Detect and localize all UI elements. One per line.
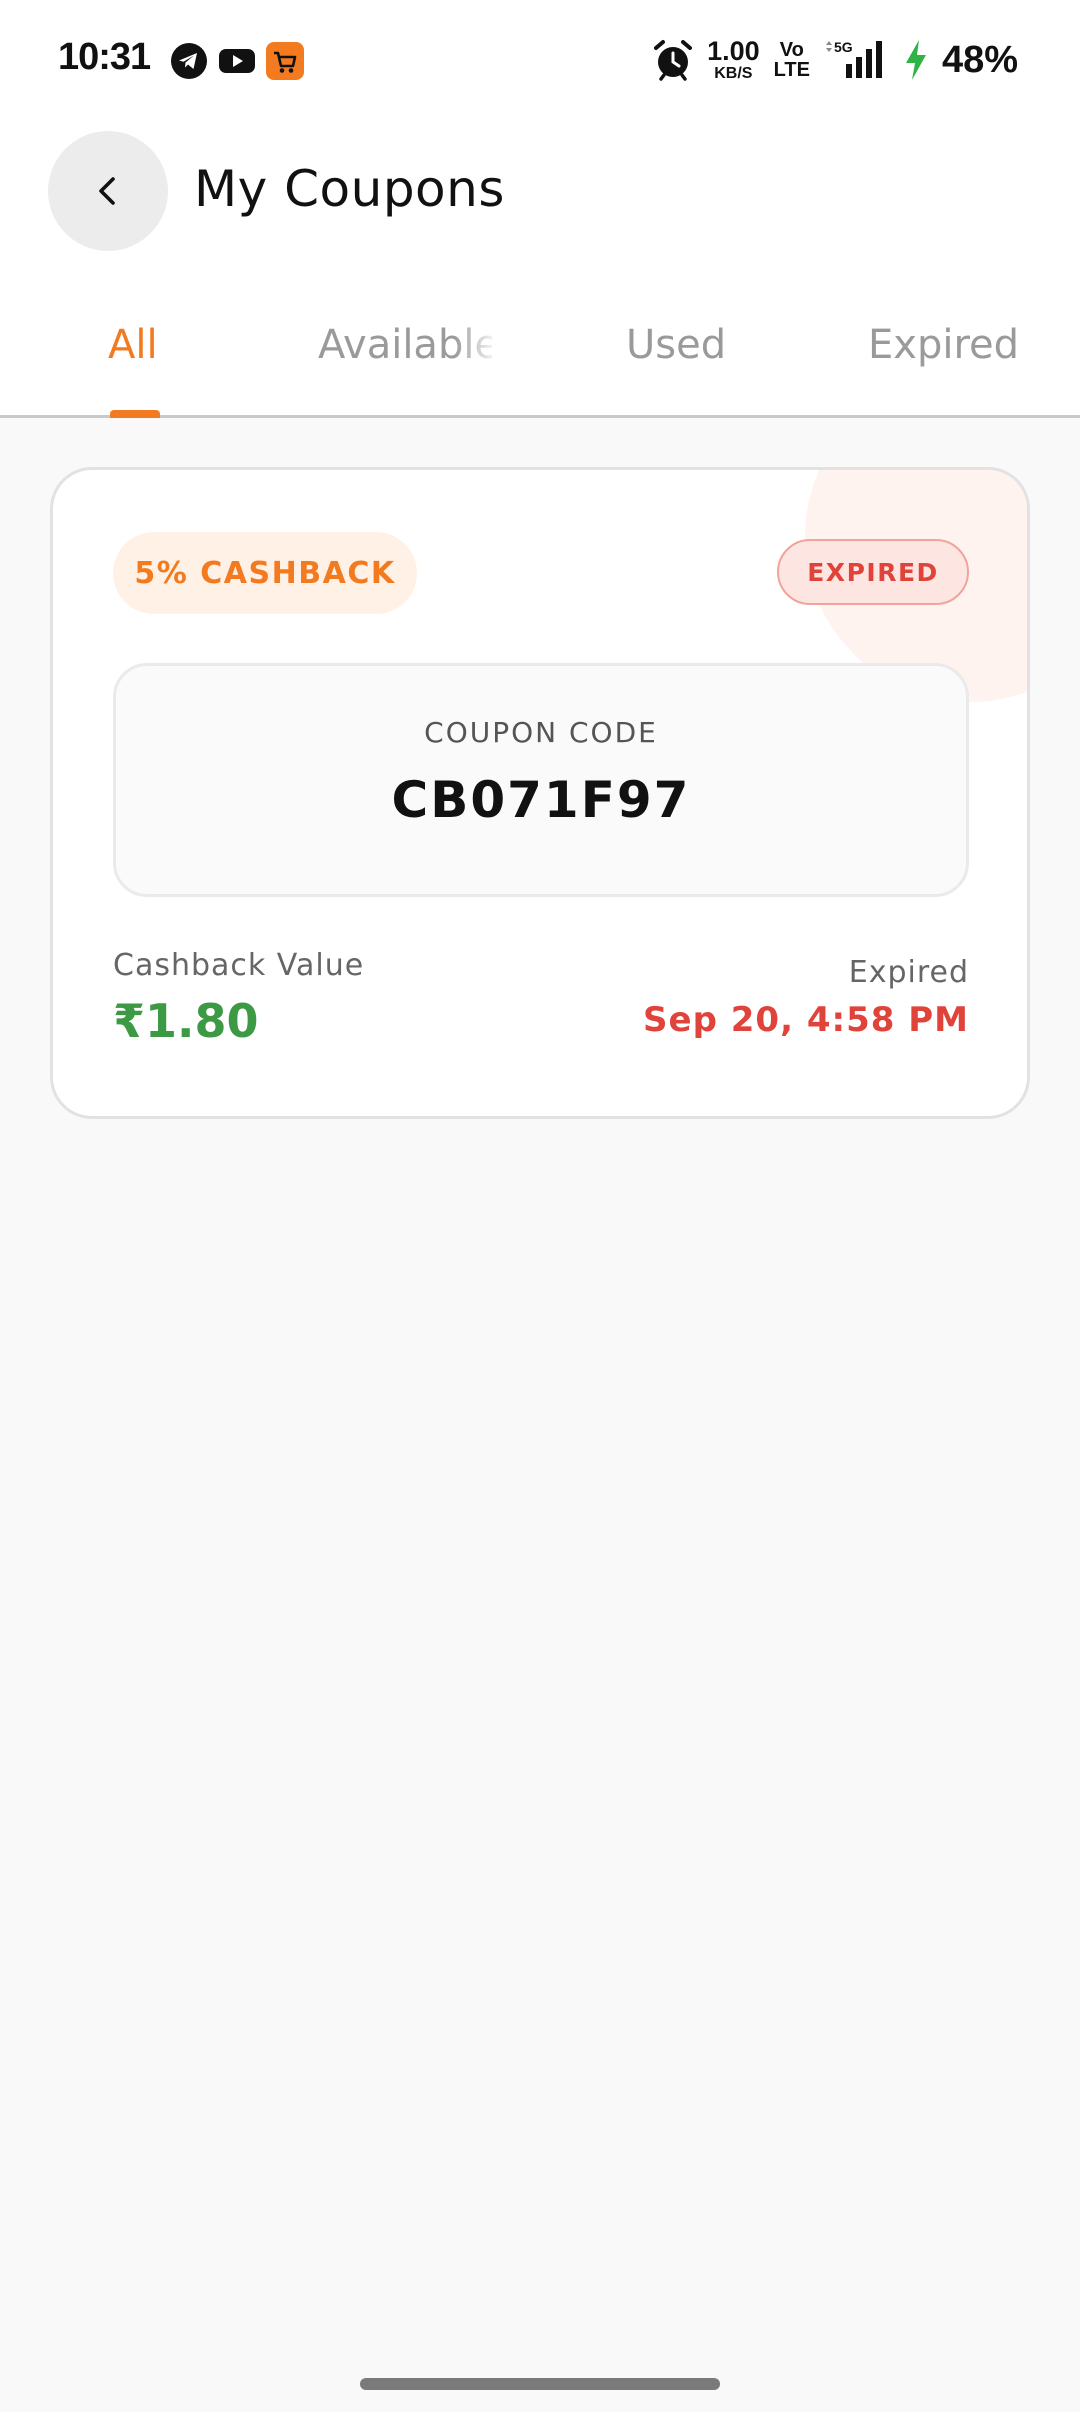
volte-indicator: Vo LTE — [774, 40, 810, 80]
coupon-code: CB071F97 — [391, 771, 691, 829]
youtube-icon — [219, 49, 255, 73]
tab-expired[interactable]: Expired — [868, 322, 1058, 402]
network-speed-value: 1.00 — [707, 36, 760, 66]
tab-all[interactable]: All — [108, 322, 188, 402]
coupon-card[interactable]: 5% CASHBACK EXPIRED COUPON CODE CB071F97… — [50, 467, 1030, 1119]
expiry-date: Sep 20, 4:58 PM — [643, 1000, 969, 1040]
shopping-cart-icon — [266, 42, 304, 80]
signal-5g-icon: 5G — [825, 40, 882, 78]
tab-used-label: Used — [626, 322, 727, 368]
telegram-icon — [171, 43, 207, 79]
battery-percent: 48% — [941, 38, 1018, 81]
active-tab-indicator — [110, 410, 160, 418]
back-button[interactable] — [48, 131, 168, 251]
cashback-value: ₹1.80 — [113, 994, 259, 1048]
charging-icon — [905, 40, 926, 80]
tab-available-label: Available — [318, 322, 492, 368]
tab-used[interactable]: Used — [626, 322, 746, 402]
cashback-value-label: Cashback Value — [113, 948, 365, 983]
tab-available[interactable]: Available — [318, 322, 492, 402]
alarm-icon — [654, 40, 693, 81]
expiry-label: Expired — [848, 955, 969, 990]
status-right-group: 1.00 KB/S Vo LTE 5G 48% — [653, 36, 1018, 84]
home-indicator[interactable] — [360, 2378, 720, 2390]
network-speed-unit: KB/S — [714, 65, 753, 82]
tab-expired-label: Expired — [868, 322, 1020, 368]
offer-badge: 5% CASHBACK — [113, 532, 417, 614]
network-speed: 1.00 KB/S — [707, 38, 760, 82]
page-title: My Coupons — [194, 160, 505, 218]
status-bar: 10:31 1.00 KB/S Vo LTE 5G 48% — [0, 0, 1080, 120]
coupon-code-label: COUPON CODE — [424, 716, 658, 749]
tab-bar: All Available Used Expired — [0, 300, 1080, 418]
volte-bottom: LTE — [773, 59, 810, 81]
chevron-left-icon — [99, 177, 115, 205]
status-time: 10:31 — [58, 36, 151, 78]
status-badge: EXPIRED — [777, 539, 969, 605]
tab-all-label: All — [108, 322, 158, 368]
svg-text:5G: 5G — [834, 40, 853, 55]
coupon-code-box[interactable]: COUPON CODE CB071F97 — [113, 663, 969, 897]
volte-top: Vo — [779, 39, 804, 61]
